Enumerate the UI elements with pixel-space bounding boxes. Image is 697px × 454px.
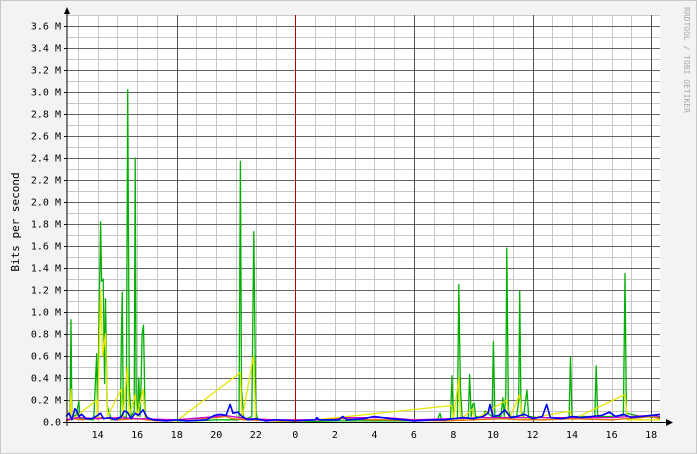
y-tick-label: 0.6 M: [31, 352, 61, 363]
y-tick-label: 3.0 M: [31, 88, 61, 99]
traffic-chart: 0.0 0.2 M 0.4 M 0.6 M 0.8 M 1.0 M 1.2 M 1.4 M 1.…: [9, 7, 691, 441]
y-tick-label: 2.6 M: [31, 132, 61, 143]
y-tick-label: 2.8 M: [31, 110, 61, 121]
x-tick-label: 18: [171, 430, 183, 441]
x-axis-arrow: [666, 419, 673, 426]
x-tick-label: 16: [606, 430, 618, 441]
x-tick-label: 12: [526, 430, 538, 441]
y-tick-label: 0.2 M: [31, 396, 61, 407]
y-axis-arrow: [64, 7, 70, 14]
x-tick-label: 20: [210, 430, 222, 441]
x-tick-label: 18: [645, 430, 657, 441]
x-tick-label: 14: [92, 430, 104, 441]
x-tick-label: 16: [131, 430, 143, 441]
y-tick-label: 0.4 M: [31, 374, 61, 385]
x-tick-labels: 14 16 18 20 22 0 2 4 6 8 10 12 14 16 18: [92, 430, 658, 441]
y-tick-label: 1.0 M: [31, 308, 61, 319]
y-tick-label: 3.6 M: [31, 22, 61, 33]
y-tick-label: 3.4 M: [31, 44, 61, 55]
y-tick-label: 2.4 M: [31, 154, 61, 165]
y-axis-label: Bits per second: [9, 172, 22, 271]
x-tick-label: 22: [250, 430, 262, 441]
y-tick-label: 1.4 M: [31, 264, 61, 275]
y-tick-label: 2.2 M: [31, 176, 61, 187]
x-tick-label: 2: [332, 430, 338, 441]
x-tick-label: 10: [487, 430, 499, 441]
y-tick-label: 2.0 M: [31, 198, 61, 209]
y-tick-label: 0.8 M: [31, 330, 61, 341]
x-tick-label: 0: [292, 430, 298, 441]
x-tick-label: 14: [566, 430, 578, 441]
y-tick-label: 1.2 M: [31, 286, 61, 297]
y-tick-label: 1.8 M: [31, 220, 61, 231]
x-tick-label: 8: [450, 430, 456, 441]
y-tick-label: 3.2 M: [31, 66, 61, 77]
x-tick-label: 6: [411, 430, 417, 441]
x-tick-label: 4: [371, 430, 377, 441]
y-tick-label: 0.0: [43, 418, 61, 429]
watermark: RRDTOOL / TOBI OETIKER: [682, 7, 691, 113]
y-tick-label: 1.6 M: [31, 242, 61, 253]
y-tick-labels: 0.0 0.2 M 0.4 M 0.6 M 0.8 M 1.0 M 1.2 M 1.4 M 1.…: [31, 22, 61, 429]
